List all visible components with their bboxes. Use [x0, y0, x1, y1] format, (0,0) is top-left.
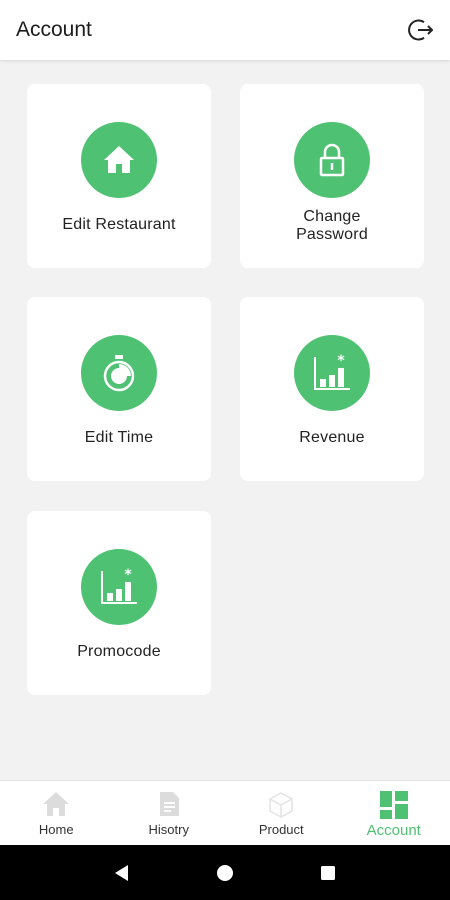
- system-home-button[interactable]: [210, 858, 240, 888]
- system-nav-bar: [0, 845, 450, 900]
- nav-label-product: Product: [258, 822, 304, 837]
- edit-restaurant-card[interactable]: Edit Restaurant: [27, 84, 211, 268]
- nav-item-home[interactable]: Home: [0, 781, 113, 845]
- change-password-icon-circle: [294, 122, 370, 198]
- stopwatch-icon: [103, 355, 135, 392]
- edit-time-label: Edit Time: [84, 429, 154, 446]
- bottom-nav: Home Hisotry Product Account: [0, 780, 450, 845]
- edit-time-icon-circle: [81, 335, 157, 411]
- svg-text:*: *: [124, 567, 132, 583]
- page-title: Account: [16, 18, 92, 41]
- change-password-card[interactable]: Change Password: [240, 84, 424, 268]
- nav-label-account: Account: [366, 822, 421, 839]
- svg-text:*: *: [337, 353, 345, 369]
- edit-time-card[interactable]: Edit Time: [27, 297, 211, 481]
- box-icon: [269, 792, 293, 818]
- change-password-label: Change Password: [296, 208, 368, 243]
- home-icon: [104, 146, 134, 173]
- nav-label-home: Home: [38, 822, 74, 837]
- promocode-label: Promocode: [77, 643, 161, 660]
- promocode-card[interactable]: * Promocode: [27, 511, 211, 695]
- bar-chart-star-icon: *: [101, 567, 137, 604]
- home-icon: [43, 792, 70, 816]
- bar-chart-star-icon: *: [314, 353, 350, 390]
- grid-icon: [379, 791, 408, 819]
- home-circle-icon: [216, 864, 233, 881]
- lock-icon: [319, 143, 345, 177]
- nav-item-history[interactable]: Hisotry: [113, 781, 226, 845]
- nav-item-product[interactable]: Product: [225, 781, 338, 845]
- system-recents-button[interactable]: [313, 858, 343, 888]
- logout-button[interactable]: [406, 15, 436, 45]
- nav-label-history: Hisotry: [148, 822, 189, 837]
- document-icon: [159, 792, 179, 816]
- recents-icon: [321, 865, 336, 880]
- revenue-card[interactable]: * Revenue: [240, 297, 424, 481]
- promocode-icon-circle: *: [81, 549, 157, 625]
- edit-restaurant-label: Edit Restaurant: [62, 216, 176, 233]
- logout-icon: [408, 19, 434, 41]
- revenue-label: Revenue: [299, 429, 365, 446]
- revenue-icon-circle: *: [294, 335, 370, 411]
- back-icon: [114, 864, 128, 881]
- app-header: Account: [0, 0, 450, 60]
- edit-restaurant-icon-circle: [81, 122, 157, 198]
- nav-item-account[interactable]: Account: [338, 781, 450, 845]
- system-back-button[interactable]: [107, 858, 137, 888]
